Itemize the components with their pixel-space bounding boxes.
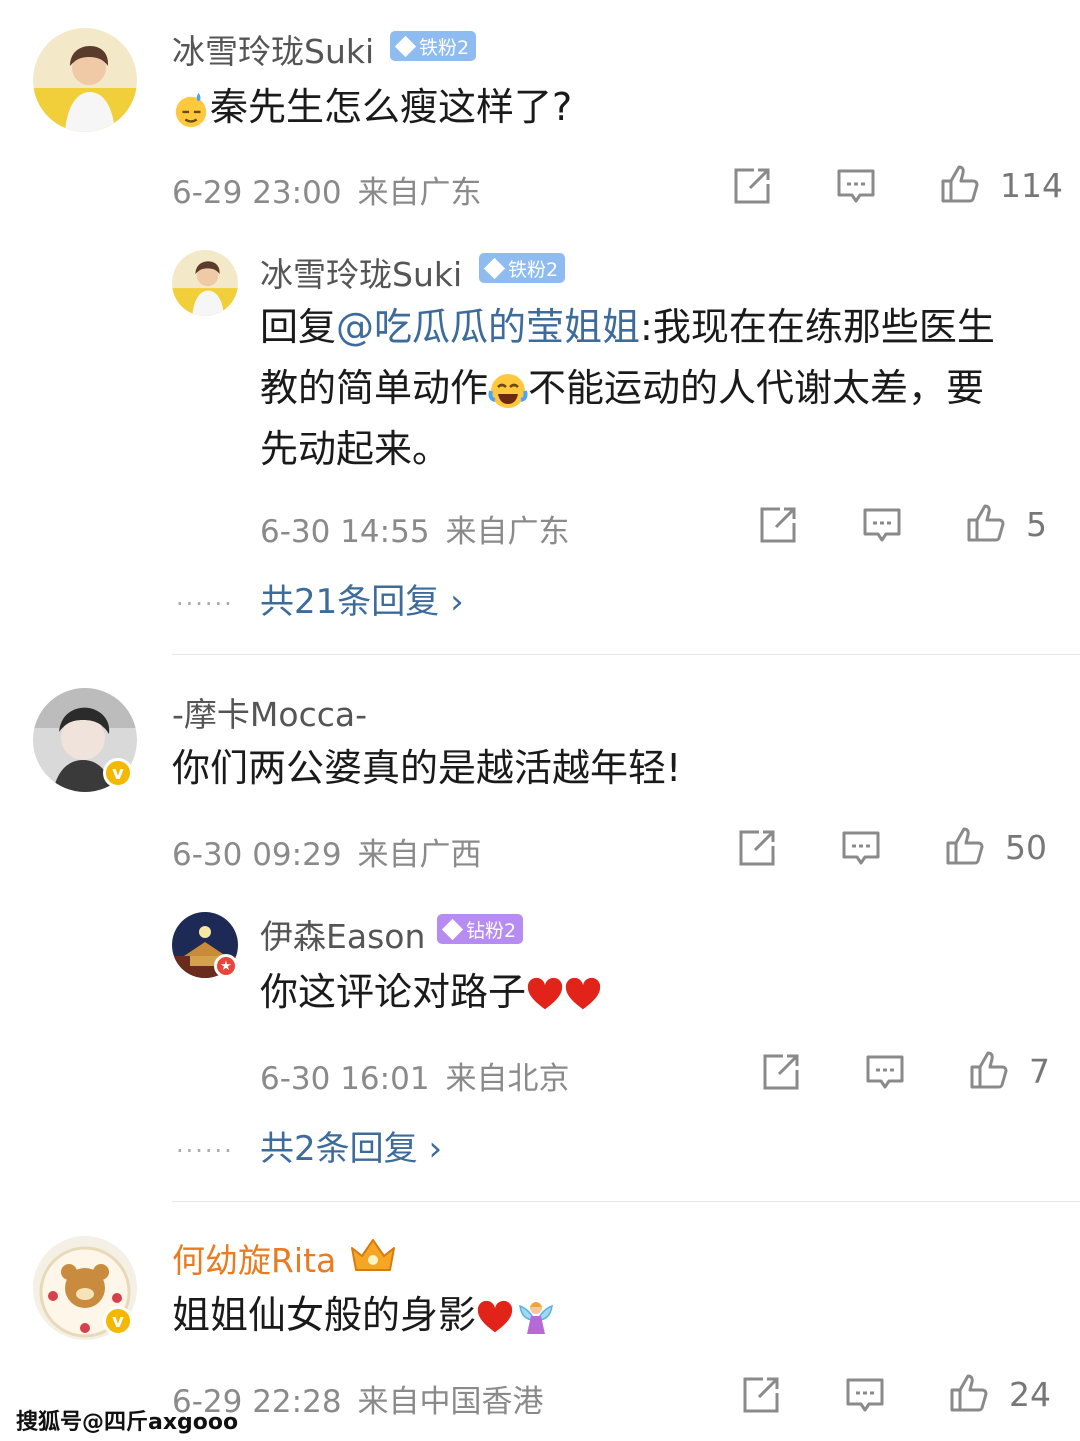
- verified-icon: v: [103, 1306, 133, 1336]
- comment-meta: 6-30 14:55 来自广东: [260, 506, 586, 551]
- reply-text: 你这评论对路子: [260, 962, 602, 1023]
- comment-icon[interactable]: [862, 505, 902, 545]
- mention-link[interactable]: @吃瓜瓜的莹姐姐: [336, 305, 640, 349]
- heart-icon: [527, 977, 563, 1009]
- comment-meta: 6-30 16:01 来自北京: [260, 1053, 586, 1098]
- like-count: 50: [1005, 828, 1047, 867]
- username[interactable]: 伊森Eason: [260, 910, 425, 958]
- sweat-emoji-icon: [175, 92, 207, 127]
- like-count: 7: [1029, 1052, 1050, 1091]
- ellipsis-dots: ......: [176, 1130, 234, 1158]
- share-icon[interactable]: [737, 828, 777, 868]
- location: 来自广东: [445, 514, 570, 550]
- like-icon[interactable]: [966, 503, 1006, 543]
- like-icon[interactable]: [945, 826, 985, 866]
- verified-icon: v: [103, 758, 133, 788]
- avatar[interactable]: [172, 250, 238, 316]
- divider: [172, 654, 1080, 655]
- diamond-icon: [394, 35, 417, 57]
- crown-icon: [351, 1239, 395, 1271]
- diamond-icon: [483, 257, 506, 279]
- fan-badge: 铁粉2: [479, 253, 566, 283]
- timestamp: 6-30 09:29: [172, 837, 342, 873]
- fairy-emoji-icon: [519, 1301, 553, 1334]
- watermark: 搜狐号@四斤axgooo: [16, 1410, 239, 1435]
- timestamp: 6-30 14:55: [260, 514, 430, 550]
- reply-text-line: 教的简单动作 不能运动的人代谢太差，要: [260, 366, 985, 410]
- comment-text: 你们两公婆真的是越活越年轻!: [172, 746, 682, 790]
- more-replies-link[interactable]: 共21条回复 ›: [260, 574, 464, 623]
- like-icon[interactable]: [940, 164, 980, 204]
- username[interactable]: 冰雪玲珑Suki: [260, 248, 462, 296]
- laughing-tears-emoji-icon: [488, 373, 528, 408]
- username[interactable]: 冰雪玲珑Suki: [172, 25, 374, 73]
- location: 来自中国香港: [357, 1384, 544, 1420]
- comment-icon[interactable]: [865, 1052, 905, 1092]
- fan-badge: 钻粉2: [437, 914, 524, 944]
- divider: [172, 1201, 1080, 1202]
- username[interactable]: 何幼旋Rita: [172, 1234, 336, 1282]
- heart-icon: [565, 977, 601, 1009]
- like-count: 5: [1026, 505, 1047, 544]
- comment-icon[interactable]: [845, 1375, 885, 1415]
- more-replies-link[interactable]: 共2条回复 ›: [260, 1121, 442, 1170]
- reply-text-line: 回复@吃瓜瓜的莹姐姐:我现在在练那些医生: [260, 305, 995, 349]
- like-count: 114: [1000, 166, 1063, 205]
- timestamp: 6-29 23:00: [172, 175, 342, 211]
- timestamp: 6-30 16:01: [260, 1061, 430, 1097]
- share-icon[interactable]: [761, 1052, 801, 1092]
- comment-text: 姐姐仙女般的身影: [172, 1285, 558, 1346]
- share-icon[interactable]: [758, 505, 798, 545]
- comment-meta: 6-29 23:00 来自广东: [172, 167, 498, 212]
- share-icon[interactable]: [732, 166, 772, 206]
- username[interactable]: -摩卡Mocca-: [172, 688, 367, 736]
- comment-icon[interactable]: [836, 166, 876, 206]
- ellipsis-dots: ......: [176, 583, 234, 611]
- like-icon[interactable]: [949, 1373, 989, 1413]
- reply-text-line: 先动起来。: [260, 427, 451, 471]
- comment-text: 秦先生怎么瘦这样了?: [172, 77, 572, 138]
- like-count: 24: [1009, 1375, 1051, 1414]
- location: 来自广东: [357, 175, 482, 211]
- comment-meta: 6-30 09:29 来自广西: [172, 829, 498, 874]
- member-star-icon: ★: [214, 954, 238, 978]
- avatar[interactable]: [33, 28, 137, 132]
- fan-badge: 铁粉2: [390, 31, 477, 61]
- like-icon[interactable]: [969, 1050, 1009, 1090]
- comment-icon[interactable]: [841, 828, 881, 868]
- diamond-icon: [441, 918, 464, 940]
- location: 来自广西: [357, 837, 482, 873]
- heart-icon: [477, 1300, 513, 1332]
- location: 来自北京: [445, 1061, 570, 1097]
- share-icon[interactable]: [741, 1375, 781, 1415]
